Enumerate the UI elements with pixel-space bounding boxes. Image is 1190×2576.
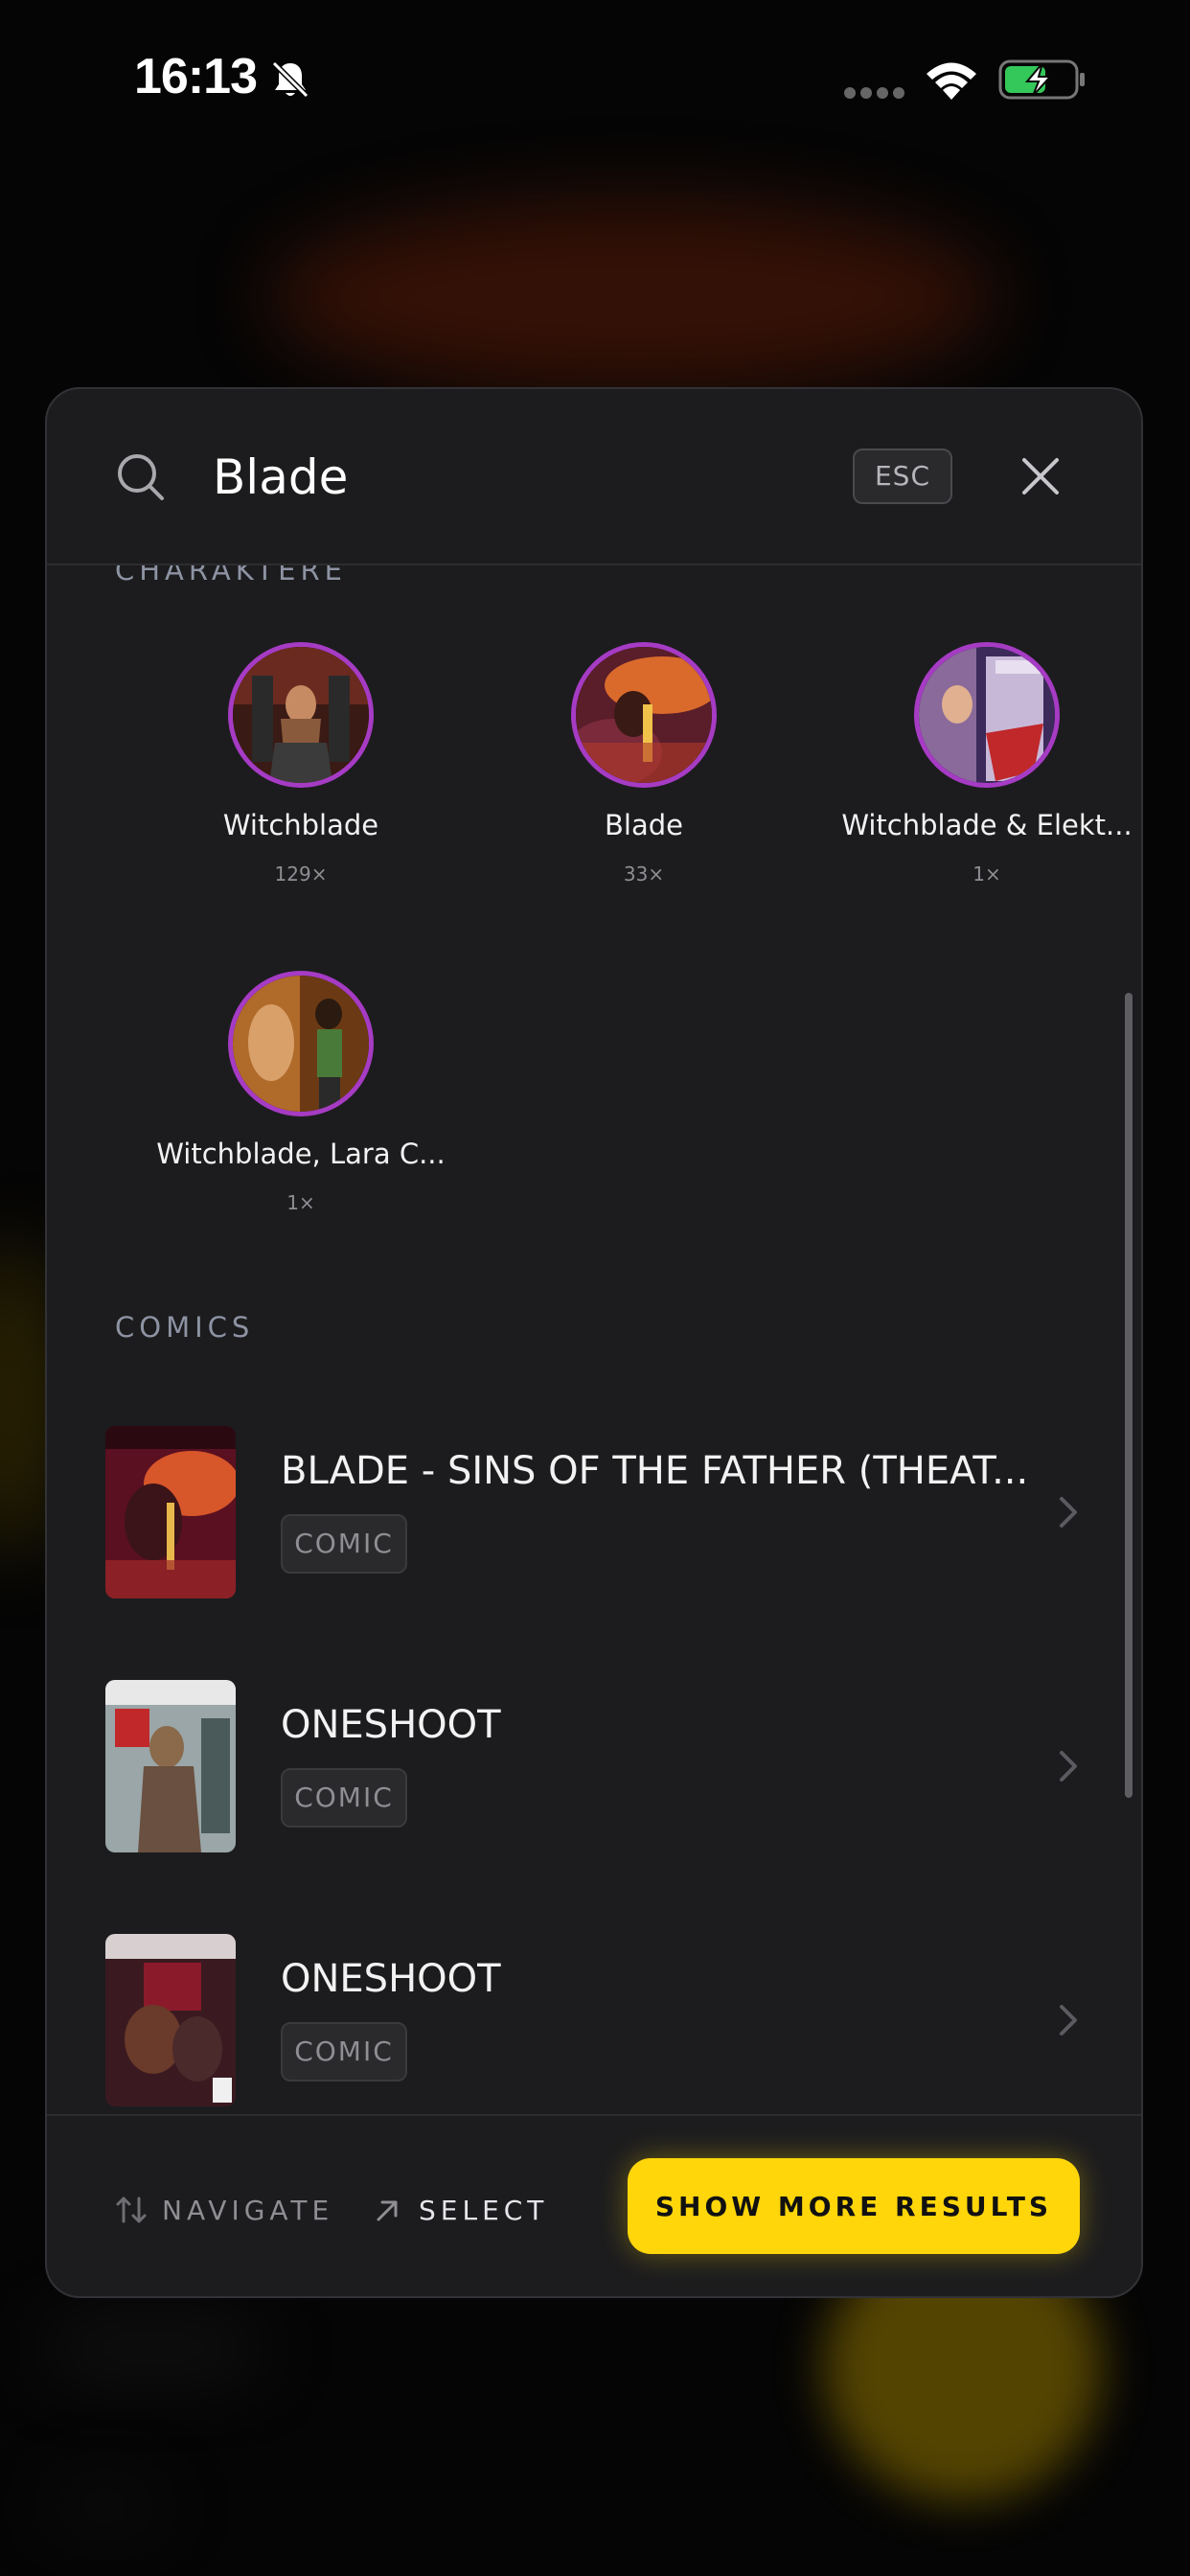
- character-item[interactable]: Witchblade 129×: [143, 642, 459, 886]
- esc-key-badge[interactable]: ESC: [853, 448, 952, 504]
- search-input[interactable]: [213, 439, 826, 516]
- comic-title: BLADE - SINS OF THE FATHER (THEAT...: [281, 1449, 1029, 1493]
- comic-cover: [105, 1680, 236, 1852]
- arrows-up-down-icon: [116, 2196, 147, 2223]
- screen: 16:13 Blade ESC CHARAKTERE Witchblade 12…: [0, 0, 1190, 2576]
- modal-footer: NAVIGATE SELECT SHOW MORE RESULTS: [47, 2114, 1141, 2296]
- comic-cover: [105, 1934, 236, 2106]
- select-hint: SELECT: [371, 2193, 548, 2227]
- character-item[interactable]: Witchblade, Lara C... 1×: [143, 971, 459, 1214]
- section-label-characters: CHARAKTERE: [115, 565, 347, 586]
- character-name: Witchblade, Lara C...: [156, 1138, 446, 1170]
- comic-type-badge: COMIC: [281, 1768, 407, 1828]
- comic-row[interactable]: ONESHOOT COMIC: [47, 1934, 1141, 2114]
- comic-cover: [105, 1426, 236, 1598]
- character-count: 33×: [623, 862, 665, 886]
- chevron-right-icon: [1060, 2005, 1077, 2036]
- chevron-right-icon: [1060, 1497, 1077, 1528]
- battery-charging-icon: [998, 59, 1085, 100]
- character-item[interactable]: Blade 33×: [486, 642, 802, 886]
- character-name: Witchblade & Elekt...: [841, 809, 1133, 841]
- background-blur: [48, 2329, 259, 2367]
- bell-slash-icon: [271, 60, 309, 99]
- search-results[interactable]: CHARAKTERE Witchblade 129× Blade 33× Wit…: [47, 565, 1141, 2114]
- character-avatar: [228, 642, 374, 788]
- search-modal: ESC CHARAKTERE: [45, 387, 1143, 2298]
- comic-row[interactable]: BLADE - SINS OF THE FATHER (THEAT... COM…: [47, 1426, 1141, 1618]
- character-count: 129×: [274, 862, 328, 886]
- character-avatar: [228, 971, 374, 1116]
- character-avatar: [914, 642, 1060, 788]
- section-label-comics: COMICS: [115, 1311, 255, 1344]
- signal-icon: [844, 87, 904, 99]
- search-icon: [118, 454, 164, 500]
- background-blur: [268, 201, 996, 393]
- navigate-label: NAVIGATE: [162, 2194, 334, 2226]
- character-count: 1×: [286, 1191, 315, 1214]
- character-name: Blade: [605, 809, 683, 841]
- comic-title: ONESHOOT: [281, 1703, 501, 1747]
- navigate-hint: NAVIGATE: [114, 2193, 333, 2227]
- character-name: Witchblade: [222, 809, 379, 841]
- status-bar: 16:13: [0, 0, 1190, 163]
- comic-type-badge: COMIC: [281, 2022, 407, 2082]
- close-icon[interactable]: [1018, 454, 1063, 498]
- search-header: ESC: [47, 389, 1141, 565]
- character-count: 1×: [973, 862, 1001, 886]
- comic-title: ONESHOOT: [281, 1957, 501, 2001]
- character-item[interactable]: Witchblade & Elekt... 1×: [829, 642, 1141, 886]
- show-more-results-button[interactable]: SHOW MORE RESULTS: [628, 2158, 1080, 2254]
- status-time: 16:13: [134, 49, 258, 104]
- arrow-up-right-icon: [377, 2200, 398, 2221]
- chevron-right-icon: [1060, 1751, 1077, 1782]
- comic-row[interactable]: ONESHOOT COMIC: [47, 1680, 1141, 1872]
- select-label: SELECT: [419, 2194, 549, 2226]
- scrollbar[interactable]: [1125, 993, 1133, 1798]
- comic-type-badge: COMIC: [281, 1514, 407, 1574]
- background-blur: [48, 2492, 163, 2520]
- wifi-icon: [927, 62, 976, 100]
- character-avatar: [571, 642, 717, 788]
